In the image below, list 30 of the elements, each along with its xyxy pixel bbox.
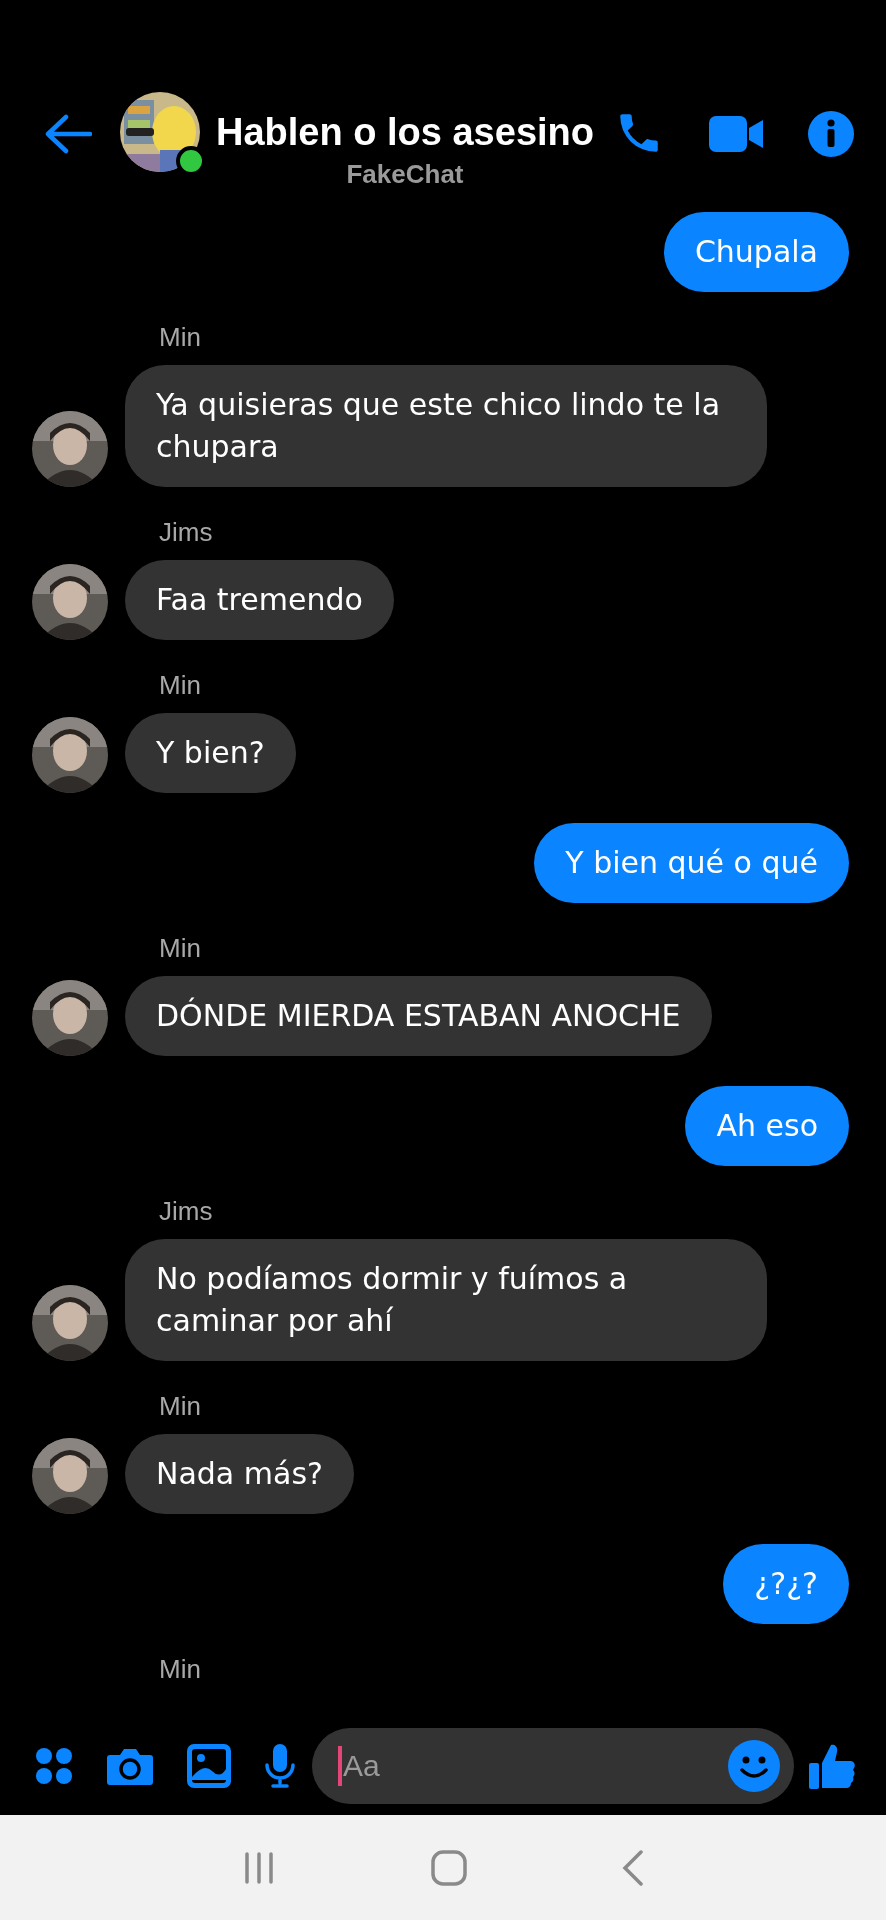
sender-name: Jims bbox=[159, 517, 214, 548]
sender-name: Min bbox=[159, 1654, 202, 1685]
sender-name: Min bbox=[159, 670, 202, 701]
sender-name: Min bbox=[159, 933, 202, 964]
apps-icon[interactable] bbox=[34, 1746, 74, 1786]
video-camera-icon[interactable] bbox=[708, 114, 764, 154]
sender-name: Min bbox=[159, 1391, 202, 1422]
emoji-icon[interactable] bbox=[728, 1740, 780, 1792]
text-cursor bbox=[338, 1746, 342, 1786]
sender-name: Jims bbox=[159, 1196, 214, 1227]
back-nav-icon[interactable] bbox=[621, 1849, 644, 1886]
sent-message: Y bien qué o qué bbox=[534, 823, 849, 903]
home-icon[interactable] bbox=[431, 1849, 467, 1886]
received-message: DÓNDE MIERDA ESTABAN ANOCHE bbox=[125, 976, 712, 1056]
image-icon[interactable] bbox=[186, 1743, 232, 1789]
received-message: Faa tremendo bbox=[125, 560, 394, 640]
message-field[interactable]: Aa bbox=[312, 1728, 794, 1804]
sender-name: Min bbox=[159, 322, 202, 353]
chat-subtitle: FakeChat bbox=[346, 159, 464, 189]
back-icon[interactable] bbox=[44, 114, 92, 154]
sent-message: Ah eso bbox=[685, 1086, 849, 1166]
sent-message: Chupala bbox=[663, 212, 849, 292]
chat-title[interactable]: Hablen o los asesino bbox=[216, 109, 594, 155]
received-message: Y bien? bbox=[125, 713, 296, 793]
received-message: No podíamos dormir y fuímos a caminar por ahí bbox=[125, 1239, 767, 1361]
sent-message: ¿?¿? bbox=[723, 1544, 849, 1624]
received-message: Nada más? bbox=[125, 1434, 354, 1514]
info-icon[interactable] bbox=[808, 111, 854, 157]
microphone-icon[interactable] bbox=[264, 1743, 296, 1789]
received-message: Ya quisieras que este chico lindo te la chupara bbox=[125, 365, 767, 487]
